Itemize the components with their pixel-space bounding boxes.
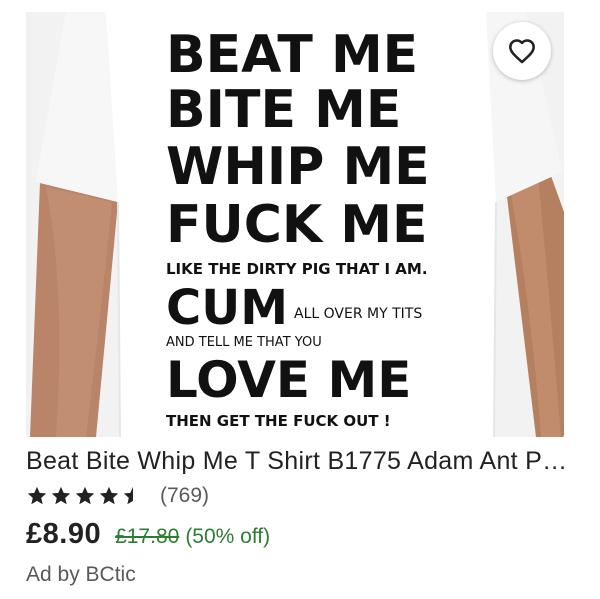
- star-full-icon: [51, 486, 71, 505]
- star-full-icon: [75, 486, 95, 505]
- shirt-line-3: WHIP ME: [166, 137, 430, 197]
- product-image[interactable]: BEAT ME BITE ME WHIP ME FUCK ME LIKE THE…: [26, 12, 564, 437]
- heart-outline-icon: [509, 39, 535, 64]
- favorite-button[interactable]: [493, 22, 551, 80]
- shirt-line-7: ALL OVER MY TITS: [294, 306, 422, 322]
- discount-label: (50% off): [185, 525, 271, 548]
- original-price: £17.80: [115, 525, 180, 548]
- price-row: £8.90 £17.80 (50% off): [26, 518, 270, 551]
- product-card[interactable]: BEAT ME BITE ME WHIP ME FUCK ME LIKE THE…: [0, 0, 600, 599]
- star-full-icon: [27, 486, 47, 505]
- star-rating: [26, 485, 146, 507]
- shirt-line-6: CUM: [166, 280, 288, 336]
- shirt-line-9: LOVE ME: [166, 351, 411, 409]
- shirt-line-8: AND TELL ME THAT YOU: [166, 335, 322, 350]
- review-count: (769): [160, 484, 210, 507]
- ad-label: Ad by BCtic: [26, 563, 136, 586]
- current-price: £8.90: [26, 518, 102, 550]
- listing-title[interactable]: Beat Bite Whip Me T Shirt B1775 Adam Ant…: [26, 447, 571, 476]
- tshirt-photo: BEAT ME BITE ME WHIP ME FUCK ME LIKE THE…: [26, 12, 564, 437]
- shirt-line-10: THEN GET THE FUCK OUT !: [166, 412, 391, 430]
- star-full-icon: [99, 486, 119, 505]
- shirt-line-4: FUCK ME: [166, 195, 428, 255]
- rating-row: (769): [26, 482, 209, 510]
- shirt-line-5: LIKE THE DIRTY PIG THAT I AM.: [166, 260, 428, 278]
- shirt-line-2: BITE ME: [166, 80, 401, 140]
- star-half-icon: [123, 486, 133, 505]
- shirt-line-1: BEAT ME: [166, 25, 418, 85]
